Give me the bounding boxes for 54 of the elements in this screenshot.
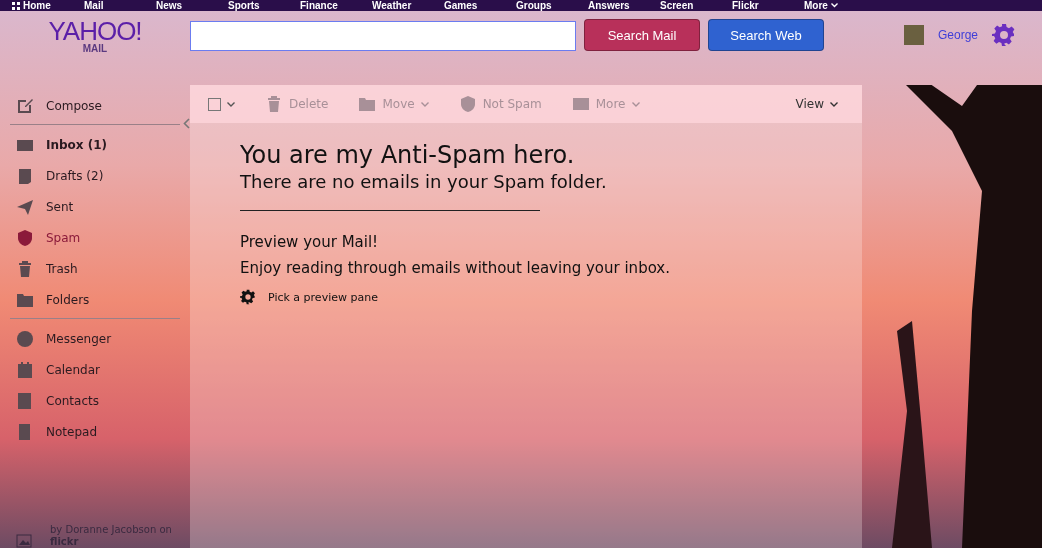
app-item[interactable]: Contacts	[0, 385, 190, 416]
home-link[interactable]: Home	[0, 0, 72, 11]
trash-icon	[16, 259, 34, 278]
nav-link[interactable]: Groups	[504, 0, 576, 11]
view-menu[interactable]: View	[795, 97, 838, 111]
preview-pane-link[interactable]: Pick a preview pane	[240, 289, 812, 305]
shield-icon	[458, 95, 477, 113]
folder-icon	[358, 95, 377, 113]
trash-icon	[265, 95, 283, 113]
caret-icon	[420, 101, 429, 107]
app-item[interactable]: Calendar	[0, 354, 190, 385]
user-name-link[interactable]: George	[938, 28, 979, 42]
photo-credit: by Doranne Jacobson on	[50, 524, 172, 536]
folder-item[interactable]: Drafts (2)	[0, 160, 190, 191]
shield-icon	[16, 228, 34, 247]
caret-icon	[830, 3, 838, 8]
compose-button[interactable]: Compose	[0, 90, 190, 121]
nav-link[interactable]: Answers	[576, 0, 648, 11]
nav-link[interactable]: Weather	[360, 0, 432, 11]
search-mail-button[interactable]: Search Mail	[584, 19, 700, 51]
grid-icon	[12, 1, 20, 10]
preview-title: Preview your Mail!	[240, 233, 380, 251]
settings-icon[interactable]	[992, 23, 1017, 47]
folder-item[interactable]: Trash	[0, 253, 190, 284]
nav-link[interactable]: Flickr	[720, 0, 792, 11]
preview-text: Enjoy reading through emails without leaving your inbox.	[240, 259, 671, 277]
search-field[interactable]	[190, 21, 576, 51]
calendar-icon	[16, 360, 34, 379]
folder-item[interactable]: Spam	[0, 222, 190, 253]
nav-link[interactable]: Games	[432, 0, 504, 11]
picture-icon[interactable]	[16, 534, 32, 548]
caret-icon	[830, 101, 838, 107]
folder-item[interactable]: Sent	[0, 191, 190, 222]
logo-subtitle: MAIL	[82, 43, 108, 54]
nav-link[interactable]: Sports	[216, 0, 288, 11]
search-web-button[interactable]: Search Web	[708, 19, 824, 51]
caret-icon	[227, 101, 235, 107]
select-all-checkbox[interactable]	[208, 97, 235, 111]
app-item[interactable]: Messenger	[0, 323, 190, 354]
empty-title: You are my Anti-Spam hero.	[240, 141, 576, 169]
nav-link[interactable]: Finance	[288, 0, 360, 11]
logo-wordmark[interactable]: YAHOO!	[48, 19, 142, 43]
paper-plane-icon	[16, 197, 34, 216]
gear-icon	[240, 289, 256, 305]
nav-link[interactable]: News	[144, 0, 216, 11]
folder-item[interactable]: Inbox (1)	[0, 129, 190, 160]
empty-subtitle: There are no emails in your Spam folder.	[240, 171, 608, 192]
more-menu[interactable]: More	[792, 0, 864, 11]
folder-item[interactable]: Folders	[0, 284, 190, 315]
app-item[interactable]: Notepad	[0, 416, 190, 447]
nav-link[interactable]: Screen	[648, 0, 720, 11]
collapse-icon[interactable]	[183, 118, 190, 129]
caret-icon	[631, 101, 640, 107]
nav-link[interactable]: Mail	[72, 0, 144, 11]
